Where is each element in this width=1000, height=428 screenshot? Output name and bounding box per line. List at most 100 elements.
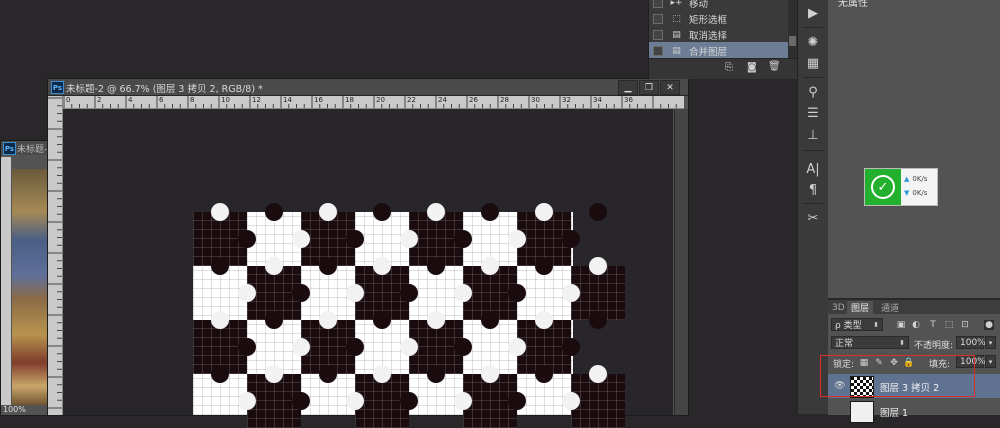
- layer-row[interactable]: 图层 1: [828, 399, 1000, 423]
- puzzle-knob: [211, 203, 229, 221]
- ruler-label: 26: [469, 96, 478, 104]
- puzzle-canvas[interactable]: [193, 203, 625, 428]
- history-checkbox[interactable]: [653, 45, 663, 56]
- puzzle-knob: [589, 203, 607, 221]
- ruler-ticks: [63, 96, 677, 108]
- puzzle-knob: [265, 257, 283, 275]
- history-item-selected[interactable]: ▤ 合并图层: [649, 42, 789, 59]
- paragraph-icon[interactable]: ¶: [804, 181, 822, 199]
- puzzle-knob: [346, 284, 364, 302]
- history-footer: ⎘ ◙ 🗑: [649, 58, 797, 79]
- history-item[interactable]: ▤ 取消选择: [649, 26, 789, 43]
- divider: [803, 27, 823, 28]
- ruler-label: 8: [190, 96, 195, 104]
- back-document-titlebar[interactable]: Ps 未标题-: [1, 141, 48, 155]
- ruler-label: 0: [66, 96, 71, 104]
- filter-toggle-icon[interactable]: ●: [984, 320, 994, 330]
- chevron-down-icon: ⬍: [899, 338, 905, 347]
- play-action-icon[interactable]: ▶: [804, 4, 822, 22]
- character-icon[interactable]: A|: [804, 160, 822, 178]
- tools-scissors-icon[interactable]: ✂: [804, 209, 822, 227]
- ruler-label: 4: [128, 96, 133, 104]
- fill-dropdown-button[interactable]: ▾: [985, 355, 996, 368]
- filter-kind-select[interactable]: ρ 类型 ⬍: [831, 318, 883, 331]
- puzzle-knob: [589, 257, 607, 275]
- history-scroll-thumb[interactable]: [789, 36, 796, 46]
- document-icon: ▤: [672, 45, 681, 56]
- filter-kind-value: ρ 类型: [835, 321, 862, 331]
- puzzle-knob: [238, 284, 256, 302]
- blend-mode-select[interactable]: 正常 ⬍: [831, 336, 909, 349]
- ruler-label: 2: [97, 96, 102, 104]
- puzzle-knob: [535, 311, 553, 329]
- document-titlebar[interactable]: Ps 未标题-2 @ 66.7% (图层 3 拷贝 2, RGB/8) * ▁ …: [48, 79, 688, 96]
- adjustments-icon[interactable]: ☰: [804, 104, 822, 122]
- minimize-button[interactable]: ▁: [618, 80, 638, 95]
- puzzle-knob: [319, 257, 337, 275]
- ruler-label: 34: [593, 96, 602, 104]
- filter-shape-icon[interactable]: ⬚: [944, 320, 954, 330]
- puzzle-knob: [508, 392, 526, 410]
- clone-source-icon[interactable]: ⊥: [804, 126, 822, 144]
- tab-layers[interactable]: 图层: [847, 301, 874, 314]
- history-panel: ▸+ 移动 ⬚ 矩形选框 ▤ 取消选择 ▤ 合并图层 ⎘ ◙ 🗑: [648, 0, 797, 79]
- close-button[interactable]: ✕: [660, 80, 680, 95]
- color-palette-icon[interactable]: ✺: [804, 33, 822, 51]
- filter-type-icon[interactable]: T: [928, 320, 938, 330]
- puzzle-knob: [508, 338, 526, 356]
- puzzle-knob: [292, 338, 310, 356]
- document-icon: ▤: [672, 29, 681, 40]
- puzzle-knob: [508, 230, 526, 248]
- back-document-zoom[interactable]: 100%: [3, 405, 26, 414]
- layer-filter-row: ρ 类型 ⬍ ▣ ◐ T ⬚ ⊡ ●: [828, 316, 1000, 334]
- opacity-input[interactable]: 100%: [956, 336, 986, 349]
- document-window[interactable]: Ps 未标题-2 @ 66.7% (图层 3 拷贝 2, RGB/8) * ▁ …: [47, 78, 689, 428]
- puzzle-knob: [400, 230, 418, 248]
- history-item[interactable]: ⬚ 矩形选框: [649, 10, 789, 27]
- puzzle-knob: [211, 257, 229, 275]
- puzzle-knob: [481, 203, 499, 221]
- brush-presets-icon[interactable]: ⚲: [804, 83, 822, 101]
- tab-3d[interactable]: 3D: [828, 301, 849, 314]
- history-scrollbar[interactable]: [788, 0, 797, 58]
- layer-name: 图层 1: [880, 408, 909, 419]
- properties-title: 无属性: [838, 0, 868, 9]
- back-document-window[interactable]: Ps 未标题- 100%: [0, 140, 49, 416]
- document-vertical-scrollbar[interactable]: [674, 109, 688, 415]
- back-document-image: [12, 169, 48, 405]
- history-checkbox[interactable]: [653, 13, 663, 24]
- history-checkbox[interactable]: [653, 29, 663, 40]
- history-item-label: 取消选择: [689, 30, 728, 42]
- new-doc-from-state-icon[interactable]: ⎘: [725, 62, 733, 73]
- highlight-annotation-box: [820, 355, 975, 397]
- swatches-grid-icon[interactable]: ▦: [804, 54, 822, 72]
- puzzle-knob: [454, 284, 472, 302]
- filter-adjustment-icon[interactable]: ◐: [911, 320, 921, 330]
- ruler-label: 10: [221, 96, 230, 104]
- puzzle-knob: [481, 365, 499, 383]
- tab-channels[interactable]: 通道: [877, 301, 903, 314]
- filter-pixel-icon[interactable]: ▣: [896, 320, 906, 330]
- panel-icon-bar: ▶ ✺ ▦ ⚲ ☰ ⊥ A| ¶ ✂: [797, 0, 829, 414]
- photoshop-logo-icon: Ps: [3, 142, 16, 155]
- layer-thumbnail: [850, 401, 874, 423]
- down-arrow-icon: ▼: [904, 189, 910, 197]
- filter-smart-object-icon[interactable]: ⊡: [960, 320, 970, 330]
- snapshot-camera-icon[interactable]: ◙: [747, 62, 757, 73]
- opacity-dropdown-button[interactable]: ▾: [985, 336, 996, 349]
- up-arrow-icon: ▲: [904, 175, 910, 183]
- ruler-label: 28: [500, 96, 509, 104]
- puzzle-knob: [238, 338, 256, 356]
- network-speed-widget[interactable]: ✓ ▲ 0K/s ▼ 0K/s: [864, 168, 938, 206]
- ruler-label: 6: [159, 96, 164, 104]
- history-checkbox[interactable]: [653, 0, 663, 8]
- vertical-ruler-ticks: [48, 97, 62, 409]
- document-title: 未标题-2 @ 66.7% (图层 3 拷贝 2, RGB/8) *: [66, 84, 263, 95]
- maximize-button[interactable]: ❐: [639, 80, 659, 95]
- canvas-area[interactable]: [63, 109, 673, 428]
- puzzle-knob: [319, 311, 337, 329]
- rect-marquee-icon: ⬚: [672, 13, 681, 24]
- trash-icon[interactable]: 🗑: [768, 61, 781, 72]
- properties-panel: 无属性 ✓ ▲ 0K/s ▼ 0K/s: [828, 0, 1000, 298]
- puzzle-knob: [562, 392, 580, 410]
